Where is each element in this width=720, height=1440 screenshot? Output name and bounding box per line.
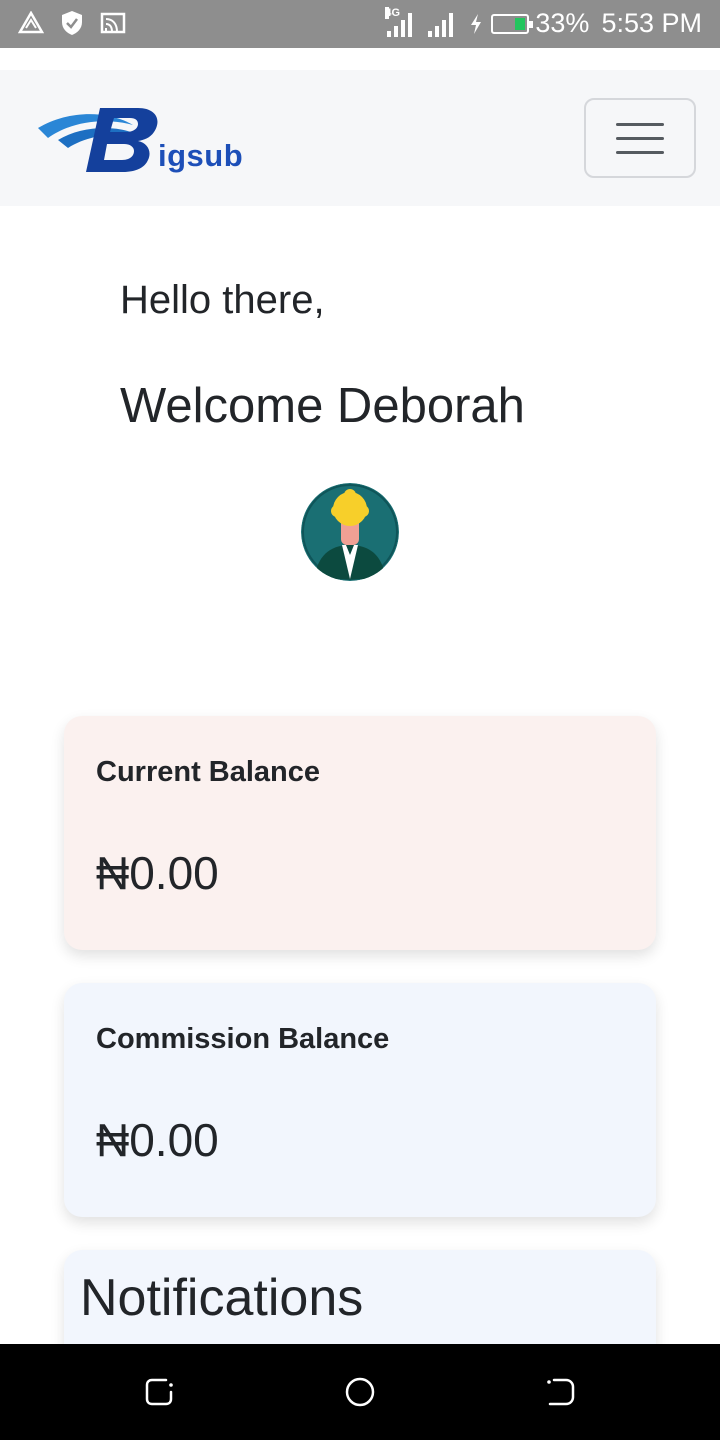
commission-balance-card: Commission Balance ₦0.00 xyxy=(64,983,656,1217)
signal-4g-icon: 4G xyxy=(385,6,413,37)
nav-triangle-icon xyxy=(18,11,44,34)
logo-text: igsub xyxy=(158,138,244,173)
commission-balance-label: Commission Balance xyxy=(96,1023,390,1055)
home-button[interactable] xyxy=(344,1376,376,1408)
system-nav-bar xyxy=(0,1344,720,1440)
battery-percent: 33% xyxy=(535,8,590,38)
brand-logo[interactable]: igsub xyxy=(38,100,248,178)
page-top-gap xyxy=(0,48,720,70)
current-balance-amount: ₦0.00 xyxy=(96,847,219,899)
current-balance-label: Current Balance xyxy=(96,756,321,788)
back-button[interactable] xyxy=(544,1376,576,1408)
shield-icon xyxy=(62,11,82,35)
greeting-text: Hello there, xyxy=(120,278,325,322)
status-left-icons xyxy=(18,10,126,36)
menu-toggle-button[interactable] xyxy=(584,98,696,178)
charging-icon xyxy=(471,13,482,34)
cast-icon xyxy=(100,12,126,34)
network-type: 4G xyxy=(385,6,401,19)
recents-button[interactable] xyxy=(144,1376,176,1408)
navbar: igsub xyxy=(0,70,720,206)
welcome-text: Welcome Deborah xyxy=(120,379,525,433)
hamburger-icon-bar xyxy=(616,122,664,126)
status-right: 4G 33% 5:53 PM xyxy=(385,6,702,39)
battery-icon xyxy=(491,13,534,34)
user-avatar-icon xyxy=(301,483,399,581)
commission-balance-amount: ₦0.00 xyxy=(96,1114,219,1166)
notifications-title: Notifications xyxy=(80,1269,364,1327)
current-balance-card: Current Balance ₦0.00 xyxy=(64,716,656,950)
signal-icon xyxy=(428,11,454,37)
hamburger-icon-bar xyxy=(616,150,664,154)
status-bar: 4G 33% 5:53 PM xyxy=(0,0,720,48)
status-time: 5:53 PM xyxy=(601,8,702,38)
hamburger-icon-bar xyxy=(616,136,664,140)
avatar xyxy=(301,483,399,581)
